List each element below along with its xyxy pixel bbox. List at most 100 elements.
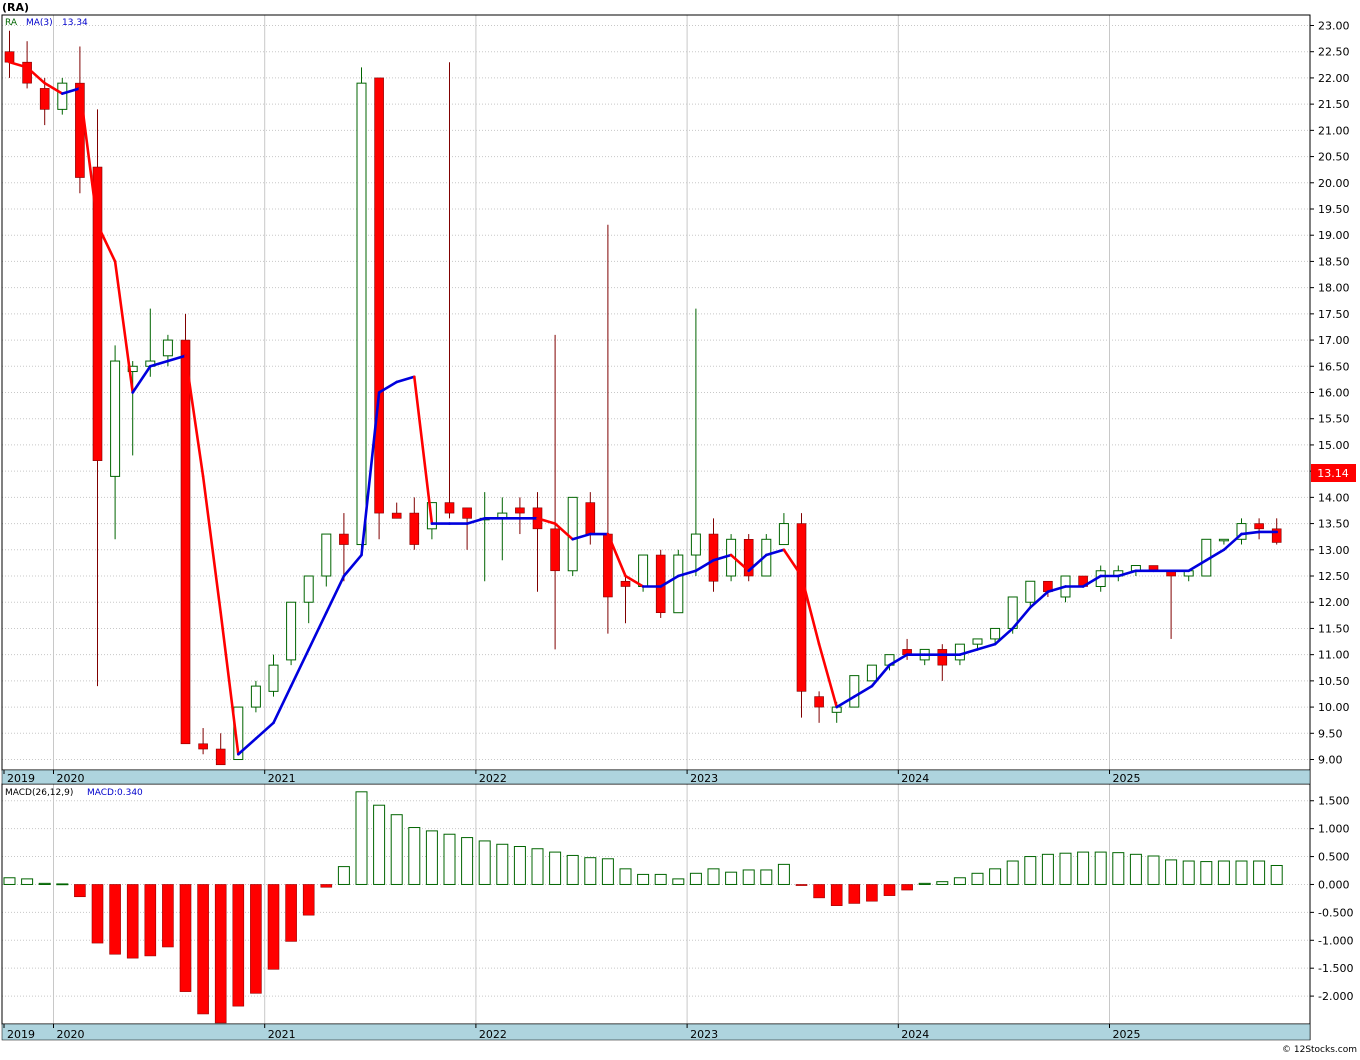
candle-body-up (849, 675, 860, 708)
date-label: 2020 (57, 772, 85, 785)
price-legend-ma-value: 13.34 (62, 18, 88, 28)
macd-tick-label: -2.000 (1318, 990, 1353, 1003)
macd-bar-positive (38, 882, 51, 885)
candle-body-down (92, 166, 103, 461)
macd-bar-positive (549, 851, 562, 885)
candle-body-up (990, 627, 1001, 640)
macd-bar-positive (3, 877, 16, 885)
macd-tick-label: 1.000 (1318, 823, 1350, 836)
macd-bar-negative (162, 884, 174, 948)
ticker-label: (RA) (2, 1, 29, 14)
macd-tick-label: 1.500 (1318, 795, 1350, 808)
candle-body-up (638, 554, 649, 587)
macd-bar-positive (1270, 864, 1283, 885)
candle-body-down (550, 528, 560, 572)
macd-bar-positive (373, 804, 386, 885)
macd-bar-positive (689, 872, 702, 885)
macd-bar-positive (1182, 860, 1195, 885)
date-label: 2022 (479, 1028, 507, 1041)
price-tick-label: 14.00 (1318, 491, 1350, 504)
macd-bar-positive (742, 869, 755, 885)
candle-body-down (1254, 523, 1264, 530)
macd-bar-positive (1094, 851, 1107, 885)
price-tick-label: 22.00 (1318, 72, 1350, 85)
date-label: 2021 (268, 772, 296, 785)
macd-bar-positive (1165, 859, 1178, 885)
watermark: © 12Stocks.com (1282, 1045, 1357, 1055)
price-tick-label: 18.00 (1318, 282, 1350, 295)
macd-bar-negative (126, 884, 139, 959)
macd-bar-positive (566, 854, 579, 885)
candle-body-up (250, 685, 261, 708)
candle-body-down (215, 748, 226, 766)
macd-bar-positive (56, 883, 69, 886)
candle-body-down (620, 580, 631, 587)
price-tick-label: 22.50 (1318, 46, 1350, 59)
candle-body-up (303, 575, 314, 603)
macd-bar-positive (337, 866, 350, 885)
macd-bar-negative (320, 884, 333, 888)
candle-body-up (690, 533, 701, 556)
macd-bar-positive (637, 873, 650, 885)
macd-bar-negative (848, 884, 861, 904)
price-tick-label: 9.50 (1318, 727, 1343, 740)
price-tick-label: 20.00 (1318, 177, 1350, 190)
macd-bar-positive (1200, 861, 1213, 885)
candle-body-up (1025, 580, 1036, 603)
macd-bar-positive (1059, 852, 1072, 885)
price-tick-label: 17.00 (1318, 334, 1350, 347)
price-tick-label: 13.00 (1318, 544, 1350, 557)
price-tick-label: 10.50 (1318, 675, 1350, 688)
price-tick-label: 15.00 (1318, 439, 1350, 452)
date-label: 2021 (268, 1028, 296, 1041)
price-tick-label: 16.50 (1318, 360, 1350, 373)
candle-body-down (180, 339, 191, 745)
macd-bar-negative (197, 884, 209, 1015)
macd-bar-positive (1217, 860, 1230, 885)
macd-legend-value: MACD:0.340 (87, 788, 143, 798)
price-tick-label: 19.50 (1318, 203, 1350, 216)
macd-tick-label: -1.000 (1318, 934, 1353, 947)
candle-body-down (796, 523, 807, 692)
macd-bar-negative (901, 884, 913, 891)
macd-tick-label: -1.500 (1318, 962, 1353, 975)
candle-body-up (321, 533, 332, 577)
macd-tick-label: -0.500 (1318, 906, 1353, 919)
candle-body-up (673, 554, 684, 614)
candle-body-up (866, 664, 877, 682)
macd-bar-positive (654, 873, 667, 885)
macd-bar-positive (425, 830, 438, 885)
macd-bar-positive (725, 871, 738, 885)
macd-bar-positive (1006, 860, 1019, 885)
last-price-text: 13.14 (1317, 467, 1349, 480)
candle-body-down (339, 533, 349, 545)
price-tick-label: 12.00 (1318, 596, 1350, 609)
macd-bar-negative (285, 884, 297, 942)
macd-bar-negative (866, 884, 878, 902)
candle-body-down (391, 512, 402, 519)
macd-bar-positive (971, 872, 984, 885)
macd-bar-positive (601, 858, 614, 885)
macd-bar-positive (1147, 855, 1160, 885)
macd-bar-positive (619, 868, 632, 885)
stock-chart: 9.00 9.50 10.00 10.50 11.00 11.50 12.00 12.50 13… (0, 0, 1360, 1056)
price-tick-label: 21.50 (1318, 98, 1350, 111)
price-tick-label: 23.00 (1318, 19, 1350, 32)
candle-body-up (1218, 538, 1229, 542)
date-label: 2024 (901, 1028, 929, 1041)
macd-bar-positive (953, 877, 966, 885)
macd-bar-negative (214, 884, 227, 1024)
price-tick-label: 12.50 (1318, 570, 1350, 583)
macd-bar-positive (707, 868, 720, 885)
candle-body-down (515, 507, 525, 514)
macd-bar-negative (109, 884, 121, 955)
macd-bar-negative (179, 884, 192, 992)
date-label: 2020 (57, 1028, 85, 1041)
macd-bar-positive (513, 846, 526, 885)
macd-bar-negative (830, 884, 843, 906)
price-tick-label: 19.00 (1318, 229, 1350, 242)
macd-bar-negative (795, 884, 808, 886)
date-label: 2025 (1113, 1028, 1141, 1041)
price-tick-label: 16.00 (1318, 387, 1350, 400)
price-legend-symbol: RA (5, 18, 18, 28)
